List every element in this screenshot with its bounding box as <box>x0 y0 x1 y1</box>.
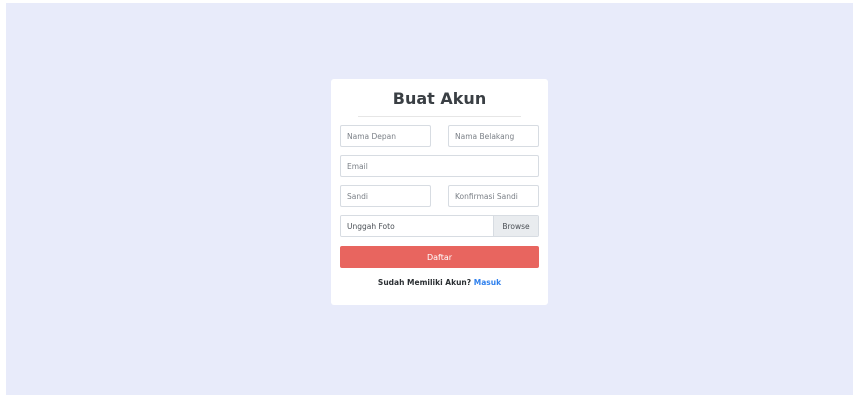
last-name-input[interactable] <box>448 125 539 147</box>
register-button[interactable]: Daftar <box>340 246 539 268</box>
email-row <box>340 155 539 177</box>
login-prompt-text: Sudah Memiliki Akun? <box>377 278 472 287</box>
page-background: Buat Akun Unggah Foto Browse Daftar Suda… <box>6 3 853 395</box>
password-input[interactable] <box>340 185 431 207</box>
name-row <box>340 125 539 147</box>
login-prompt: Sudah Memiliki Akun? Masuk <box>340 278 539 287</box>
password-row <box>340 185 539 207</box>
register-card: Buat Akun Unggah Foto Browse Daftar Suda… <box>331 79 548 305</box>
photo-upload-field[interactable]: Unggah Foto Browse <box>340 215 539 237</box>
first-name-input[interactable] <box>340 125 431 147</box>
page-title: Buat Akun <box>392 89 487 108</box>
email-input[interactable] <box>340 155 539 177</box>
browse-button[interactable]: Browse <box>493 216 538 236</box>
photo-upload-label[interactable]: Unggah Foto <box>341 216 493 236</box>
confirm-password-input[interactable] <box>448 185 539 207</box>
title-divider <box>358 116 521 117</box>
login-link[interactable]: Masuk <box>474 278 501 287</box>
